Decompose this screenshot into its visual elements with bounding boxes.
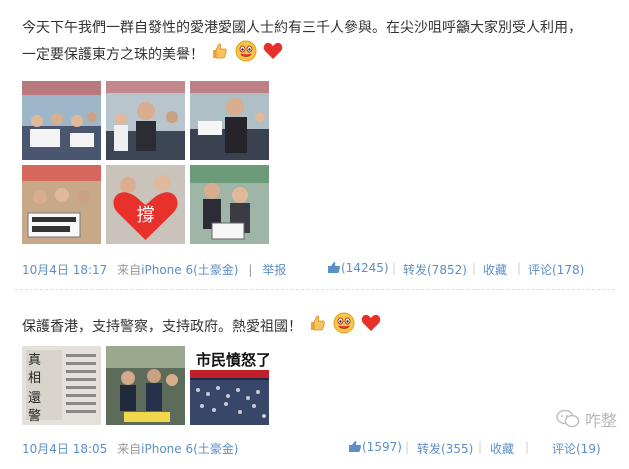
heart-icon bbox=[361, 314, 381, 340]
thumbs-up-icon bbox=[308, 314, 326, 340]
svg-text:相: 相 bbox=[28, 371, 41, 386]
watermark: 咋整 bbox=[556, 407, 617, 434]
svg-text:警: 警 bbox=[28, 408, 41, 424]
post1-photo-6[interactable] bbox=[190, 165, 269, 244]
divider-bar: | bbox=[248, 263, 253, 277]
post1-favorite-button[interactable]: 收藏 bbox=[483, 261, 507, 278]
separator: | bbox=[517, 261, 522, 275]
post1-source-prefix: 来自 bbox=[117, 263, 142, 277]
photo-caption: 撐 bbox=[137, 205, 155, 226]
post2-meta: 10月4日 18:05 来自iPhone 6(土豪金) bbox=[22, 440, 238, 457]
post1-photo-5[interactable]: 撐 bbox=[106, 165, 185, 244]
svg-text:市民憤怒了: 市民憤怒了 bbox=[196, 351, 269, 369]
post2-date[interactable]: 10月4日 18:05 bbox=[22, 442, 107, 456]
post2-like-button[interactable]: (1597) bbox=[348, 440, 402, 456]
post1-text: 今天下午我們一群自發性的愛港愛國人士約有三千人參與。在尖沙咀呼籲大家別受人利用，… bbox=[22, 17, 622, 70]
thumbs-up-icon bbox=[210, 42, 228, 68]
watermark-text: 咋整 bbox=[584, 410, 617, 430]
post1-report-link[interactable]: 举报 bbox=[262, 263, 286, 277]
post2-repost-button[interactable]: 转发(355) bbox=[417, 440, 473, 457]
post2-favorite-button[interactable]: 收藏 bbox=[490, 440, 514, 457]
smiley-icon bbox=[235, 40, 257, 70]
post1-photo-3[interactable] bbox=[190, 81, 269, 160]
post2-text: 保護香港，支持警察，支持政府。熱愛祖國！ bbox=[22, 312, 622, 342]
post2-comment-button[interactable]: 评论(19) bbox=[552, 440, 601, 457]
post2-source-prefix: 来自 bbox=[117, 442, 142, 456]
smiley-icon bbox=[333, 312, 355, 342]
svg-text:還: 還 bbox=[28, 391, 41, 406]
post1-like-button[interactable]: (14245) bbox=[327, 261, 389, 277]
separator: | bbox=[525, 440, 530, 454]
post2-photo-1[interactable]: 真相還警 bbox=[22, 346, 101, 425]
like-thumb-icon bbox=[348, 440, 362, 456]
post1-repost-button[interactable]: 转发(7852) bbox=[403, 261, 467, 278]
separator: | bbox=[392, 261, 397, 275]
post1-meta: 10月4日 18:17 来自iPhone 6(土豪金) | 举报 bbox=[22, 261, 286, 278]
wechat-icon bbox=[556, 409, 580, 433]
post2-source[interactable]: iPhone 6(土豪金) bbox=[141, 442, 238, 456]
post2-photo-3[interactable]: 市民憤怒了 bbox=[190, 346, 269, 425]
post1-source[interactable]: iPhone 6(土豪金) bbox=[141, 263, 238, 277]
separator: | bbox=[472, 261, 477, 275]
post1-date[interactable]: 10月4日 18:17 bbox=[22, 263, 107, 277]
post1-photo-1[interactable] bbox=[22, 81, 101, 160]
separator: | bbox=[405, 440, 410, 454]
heart-icon bbox=[263, 42, 283, 68]
post1-photo-4[interactable] bbox=[22, 165, 101, 244]
post1-comment-button[interactable]: 评论(178) bbox=[528, 261, 584, 278]
like-thumb-icon bbox=[327, 261, 341, 277]
post2-photo-2[interactable] bbox=[106, 346, 185, 425]
post1-line2: 一定要保護東方之珠的美譽！ bbox=[22, 40, 622, 70]
separator: | bbox=[478, 440, 483, 454]
post1-photo-2[interactable] bbox=[106, 81, 185, 160]
post-divider bbox=[15, 289, 615, 291]
svg-text:真: 真 bbox=[28, 353, 41, 368]
post1-line1: 今天下午我們一群自發性的愛港愛國人士約有三千人參與。在尖沙咀呼籲大家別受人利用， bbox=[22, 20, 582, 36]
